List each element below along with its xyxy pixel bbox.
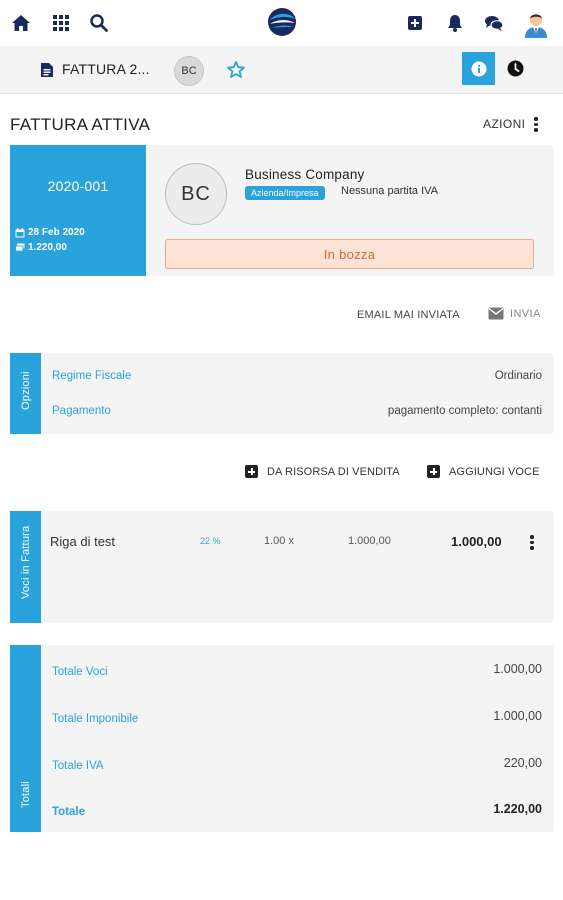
grand-total-label: Totale: [52, 806, 86, 818]
status-badge[interactable]: In bozza: [165, 239, 534, 269]
totals-section: Totali Totale Voci 1.000,00 Totale Impon…: [10, 645, 554, 832]
document-icon: [40, 62, 54, 78]
vat-info: Nessuna partita IVA: [341, 185, 439, 197]
add-line-label: AGGIUNGI VOCE: [449, 465, 540, 478]
contact-avatar-small[interactable]: BC: [174, 56, 204, 86]
actions-menu-button[interactable]: AZIONI: [483, 115, 538, 134]
payment-label[interactable]: Pagamento: [52, 405, 111, 417]
more-vertical-icon: [534, 115, 538, 134]
user-avatar[interactable]: [523, 10, 549, 38]
invoice-amount-text: 1.220,00: [28, 242, 67, 253]
info-button[interactable]: [462, 52, 495, 85]
invoice-summary-card: 2020-001 28 Feb 2020 1.220,00 BC Busines…: [10, 145, 554, 276]
grid-icon[interactable]: [51, 13, 71, 33]
money-icon: [15, 243, 25, 251]
line-quantity: 1.00 x: [264, 535, 294, 547]
add-from-resource-button[interactable]: DA RISORSA DI VENDITA: [245, 465, 400, 478]
plus-square-icon: [427, 465, 440, 478]
invoice-number: 2020-001: [47, 178, 109, 194]
bell-icon[interactable]: [445, 13, 465, 33]
grand-total-value: 1.220,00: [493, 802, 542, 816]
info-icon: [471, 61, 486, 76]
plus-square-icon: [245, 465, 258, 478]
client-avatar[interactable]: BC: [165, 163, 227, 225]
vat-total-label: Totale IVA: [52, 760, 104, 772]
taxable-total-value: 1.000,00: [493, 709, 542, 723]
client-type-badge: Azienda/Impresa: [245, 186, 325, 200]
line-description: Riga di test: [50, 534, 116, 549]
add-from-resource-label: DA RISORSA DI VENDITA: [267, 465, 400, 478]
client-name[interactable]: Business Company: [245, 167, 365, 182]
taxable-total-label: Totale Imponibile: [52, 713, 139, 725]
add-line-button[interactable]: AGGIUNGI VOCE: [427, 465, 540, 478]
plus-square-icon[interactable]: [405, 13, 425, 33]
chat-icon[interactable]: [484, 13, 504, 33]
invoice-lines-tab: Voci in Fattura: [10, 511, 41, 623]
vat-total-value: 220,00: [503, 756, 542, 770]
invoice-amount: 1.220,00: [15, 242, 67, 253]
home-icon[interactable]: [11, 13, 31, 33]
actions-label: AZIONI: [483, 117, 526, 132]
totals-tab: Totali: [10, 645, 41, 832]
send-label: INVIA: [510, 307, 541, 320]
invoice-lines-section: Voci in Fattura Riga di test 22 % 1.00 x…: [10, 511, 554, 623]
line-menu-icon[interactable]: [530, 533, 534, 552]
envelope-icon: [488, 307, 504, 320]
options-tab: Opzioni: [10, 353, 41, 434]
invoice-date-text: 28 Feb 2020: [28, 227, 85, 238]
top-navigation-bar: [0, 0, 563, 46]
tax-regime-value: Ordinario: [494, 370, 542, 382]
send-button[interactable]: INVIA: [488, 307, 541, 320]
invoice-date: 28 Feb 2020: [15, 227, 85, 238]
line-unit-price: 1.000,00: [348, 535, 391, 547]
document-title[interactable]: FATTURA 2...: [62, 61, 150, 77]
tax-regime-label[interactable]: Regime Fiscale: [52, 370, 131, 382]
total-items-label: Totale Voci: [52, 666, 108, 678]
document-header: FATTURA 2... BC: [0, 46, 563, 94]
payment-value: pagamento completo: contanti: [387, 405, 542, 417]
total-items-value: 1.000,00: [493, 662, 542, 676]
line-total: 1.000,00: [451, 534, 502, 549]
page-title: FATTURA ATTIVA: [10, 115, 151, 134]
line-vat: 22 %: [200, 536, 221, 546]
search-icon[interactable]: [89, 13, 109, 33]
calendar-icon: [15, 227, 25, 237]
clock-icon[interactable]: [507, 60, 524, 77]
email-status: EMAIL MAI INVIATA: [357, 309, 460, 321]
invoice-info-panel[interactable]: 2020-001 28 Feb 2020 1.220,00: [10, 145, 146, 276]
options-section: Opzioni Regime Fiscale Ordinario Pagamen…: [10, 353, 554, 434]
star-icon[interactable]: [226, 60, 246, 80]
app-logo[interactable]: [266, 6, 298, 38]
